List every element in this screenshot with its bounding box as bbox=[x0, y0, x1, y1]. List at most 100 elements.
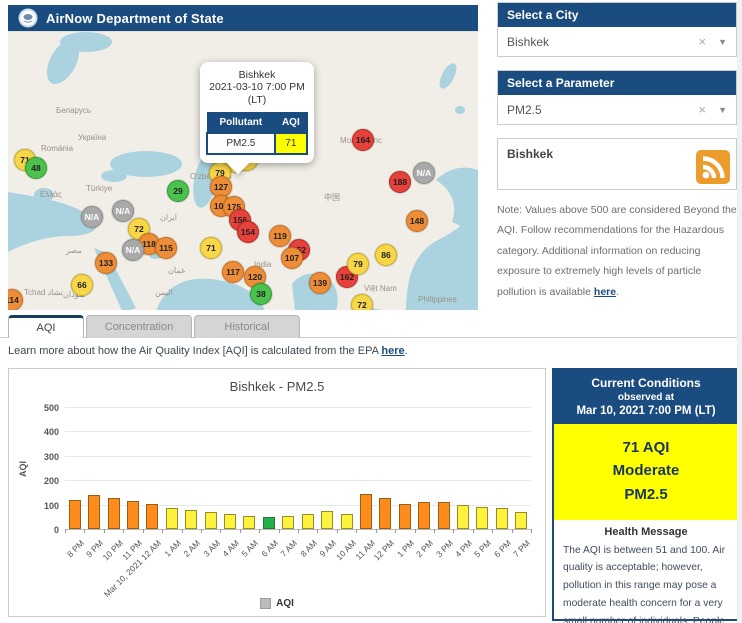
aqi-marker-29[interactable]: 29 bbox=[167, 180, 189, 202]
tab-historical[interactable]: Historical bbox=[194, 315, 300, 338]
parameter-select-value: PM2.5 bbox=[507, 103, 698, 117]
x-tick-mark bbox=[201, 529, 202, 533]
map-country-label: عمان bbox=[168, 266, 186, 275]
chart-bar-7-pm[interactable] bbox=[515, 512, 527, 529]
chart-bar-mar-10-2021-12-am[interactable] bbox=[146, 504, 158, 529]
x-tick-mark bbox=[434, 529, 435, 533]
aqi-marker-139[interactable]: 139 bbox=[309, 272, 331, 294]
chart-bar-11-am[interactable] bbox=[360, 494, 372, 529]
chart-bar-3-am[interactable] bbox=[205, 512, 217, 529]
x-tick-mark bbox=[376, 529, 377, 533]
aqi-marker-133[interactable]: 133 bbox=[95, 252, 117, 274]
popup-col-aqi: AQI bbox=[275, 113, 307, 134]
popup-pollutant-value: PM2.5 bbox=[207, 133, 275, 154]
learn-more-here-link[interactable]: here bbox=[381, 345, 404, 357]
chart-bar-2-am[interactable] bbox=[185, 510, 197, 529]
chart-bar-12-pm[interactable] bbox=[379, 498, 391, 529]
rss-city-label: Bishkek bbox=[507, 147, 553, 161]
chart-bar-9-pm[interactable] bbox=[88, 495, 100, 529]
city-select[interactable]: Bishkek × ▼ bbox=[498, 27, 736, 56]
chart-plot: AQI 0100200300400500 8 PM9 PM10 PM11 PMM… bbox=[9, 369, 547, 618]
cc-aqi-block: 71 AQI Moderate PM2.5 bbox=[554, 424, 738, 520]
tab-aqi[interactable]: AQI bbox=[8, 315, 84, 338]
aqi-marker-164[interactable]: 164 bbox=[352, 129, 374, 151]
chart-bar-10-am[interactable] bbox=[341, 514, 353, 529]
aqi-marker-n-a[interactable]: N/A bbox=[413, 162, 435, 184]
y-tick-label-400: 400 bbox=[25, 427, 59, 437]
chart-bar-5-pm[interactable] bbox=[476, 507, 488, 529]
chart-bar-1-pm[interactable] bbox=[399, 504, 411, 529]
aqi-marker-72[interactable]: 72 bbox=[351, 294, 373, 310]
x-tick-mark bbox=[453, 529, 454, 533]
health-message-text: The AQI is between 51 and 100. Air quali… bbox=[563, 542, 729, 623]
chart-bar-2-pm[interactable] bbox=[418, 502, 430, 529]
tabs-strip: AQIConcentrationHistorical bbox=[0, 315, 742, 338]
aqi-marker-n-a[interactable]: N/A bbox=[81, 206, 103, 228]
chart-bar-9-am[interactable] bbox=[321, 511, 333, 529]
cc-aqi-value: 71 AQI bbox=[558, 436, 734, 459]
aqi-map[interactable]: БеларусьУкраїнаRomániaTürkiyeΕλλάςКазахс… bbox=[8, 31, 478, 310]
chart-bar-10-pm[interactable] bbox=[108, 498, 120, 529]
tab-concentration[interactable]: Concentration bbox=[86, 315, 192, 338]
chart-legend[interactable]: AQI bbox=[9, 598, 545, 609]
aqi-marker-66[interactable]: 66 bbox=[71, 274, 93, 296]
cc-title: Current Conditions bbox=[558, 376, 734, 390]
map-country-label: Türkiye bbox=[86, 184, 112, 193]
rss-icon[interactable] bbox=[696, 150, 730, 184]
x-tick-mark bbox=[104, 529, 105, 533]
chart-bar-8-am[interactable] bbox=[302, 514, 314, 529]
aqi-marker-86[interactable]: 86 bbox=[375, 244, 397, 266]
cc-datetime: Mar 10, 2021 7:00 PM (LT) bbox=[558, 405, 734, 417]
map-country-label: 中国 bbox=[324, 192, 340, 203]
x-tick-mark bbox=[84, 529, 85, 533]
chart-bar-6-pm[interactable] bbox=[496, 508, 508, 529]
x-tick-mark bbox=[220, 529, 221, 533]
aqi-marker-148[interactable]: 148 bbox=[406, 210, 428, 232]
health-message-section: Health Message The AQI is between 51 and… bbox=[554, 520, 738, 623]
map-country-label: Philippines bbox=[418, 295, 457, 304]
x-tick-mark bbox=[415, 529, 416, 533]
aqi-marker-115[interactable]: 115 bbox=[155, 237, 177, 259]
aqi-marker-38[interactable]: 38 bbox=[250, 283, 272, 305]
map-country-label: ایران bbox=[160, 213, 177, 222]
clear-icon[interactable]: × bbox=[698, 102, 706, 117]
legend-swatch bbox=[260, 598, 271, 609]
aqi-marker-188[interactable]: 188 bbox=[389, 171, 411, 193]
chart-bar-4-am[interactable] bbox=[224, 514, 236, 529]
map-country-label: Románia bbox=[41, 144, 73, 153]
chart-bar-3-pm[interactable] bbox=[438, 502, 450, 529]
chart-bar-6-am[interactable] bbox=[263, 517, 275, 529]
app-header: AirNow Department of State bbox=[8, 5, 478, 31]
aqi-marker-119[interactable]: 119 bbox=[269, 225, 291, 247]
legend-label: AQI bbox=[276, 598, 294, 609]
aqi-marker-107[interactable]: 107 bbox=[281, 247, 303, 269]
aqi-marker-154[interactable]: 154 bbox=[237, 221, 259, 243]
clear-icon[interactable]: × bbox=[698, 34, 706, 49]
aqi-marker-n-a[interactable]: N/A bbox=[112, 200, 134, 222]
cc-parameter: PM2.5 bbox=[558, 483, 734, 506]
x-tick-mark bbox=[162, 529, 163, 533]
beyond-aqi-note: Note: Values above 500 are considered Be… bbox=[497, 200, 737, 302]
aqi-marker-79[interactable]: 79 bbox=[347, 253, 369, 275]
chart-bar-11-pm[interactable] bbox=[127, 501, 139, 529]
note-here-link[interactable]: here bbox=[594, 286, 616, 298]
x-tick-mark bbox=[182, 529, 183, 533]
chart-bar-1-am[interactable] bbox=[166, 508, 178, 529]
y-axis-label: AQI bbox=[18, 461, 28, 477]
aqi-marker-71[interactable]: 71 bbox=[200, 237, 222, 259]
chart-bar-7-am[interactable] bbox=[282, 516, 294, 529]
chart-bar-5-am[interactable] bbox=[243, 516, 255, 529]
chart-bar-4-pm[interactable] bbox=[457, 505, 469, 529]
aqi-marker-48[interactable]: 48 bbox=[25, 157, 47, 179]
city-panel-header: Select a City bbox=[498, 3, 736, 27]
aqi-marker-n-a[interactable]: N/A bbox=[122, 239, 144, 261]
chevron-down-icon[interactable]: ▼ bbox=[718, 37, 727, 47]
scrollbar[interactable] bbox=[737, 0, 742, 623]
chevron-down-icon[interactable]: ▼ bbox=[718, 105, 727, 115]
chart-bar-8-pm[interactable] bbox=[69, 500, 81, 529]
sidebar: Select a City Bishkek × ▼ Select a Param… bbox=[497, 2, 737, 302]
map-popup: Bishkek 2021-03-10 7:00 PM (LT) Pollutan… bbox=[200, 62, 314, 163]
aqi-marker-117[interactable]: 117 bbox=[222, 261, 244, 283]
x-tick-mark bbox=[298, 529, 299, 533]
parameter-select[interactable]: PM2.5 × ▼ bbox=[498, 95, 736, 124]
